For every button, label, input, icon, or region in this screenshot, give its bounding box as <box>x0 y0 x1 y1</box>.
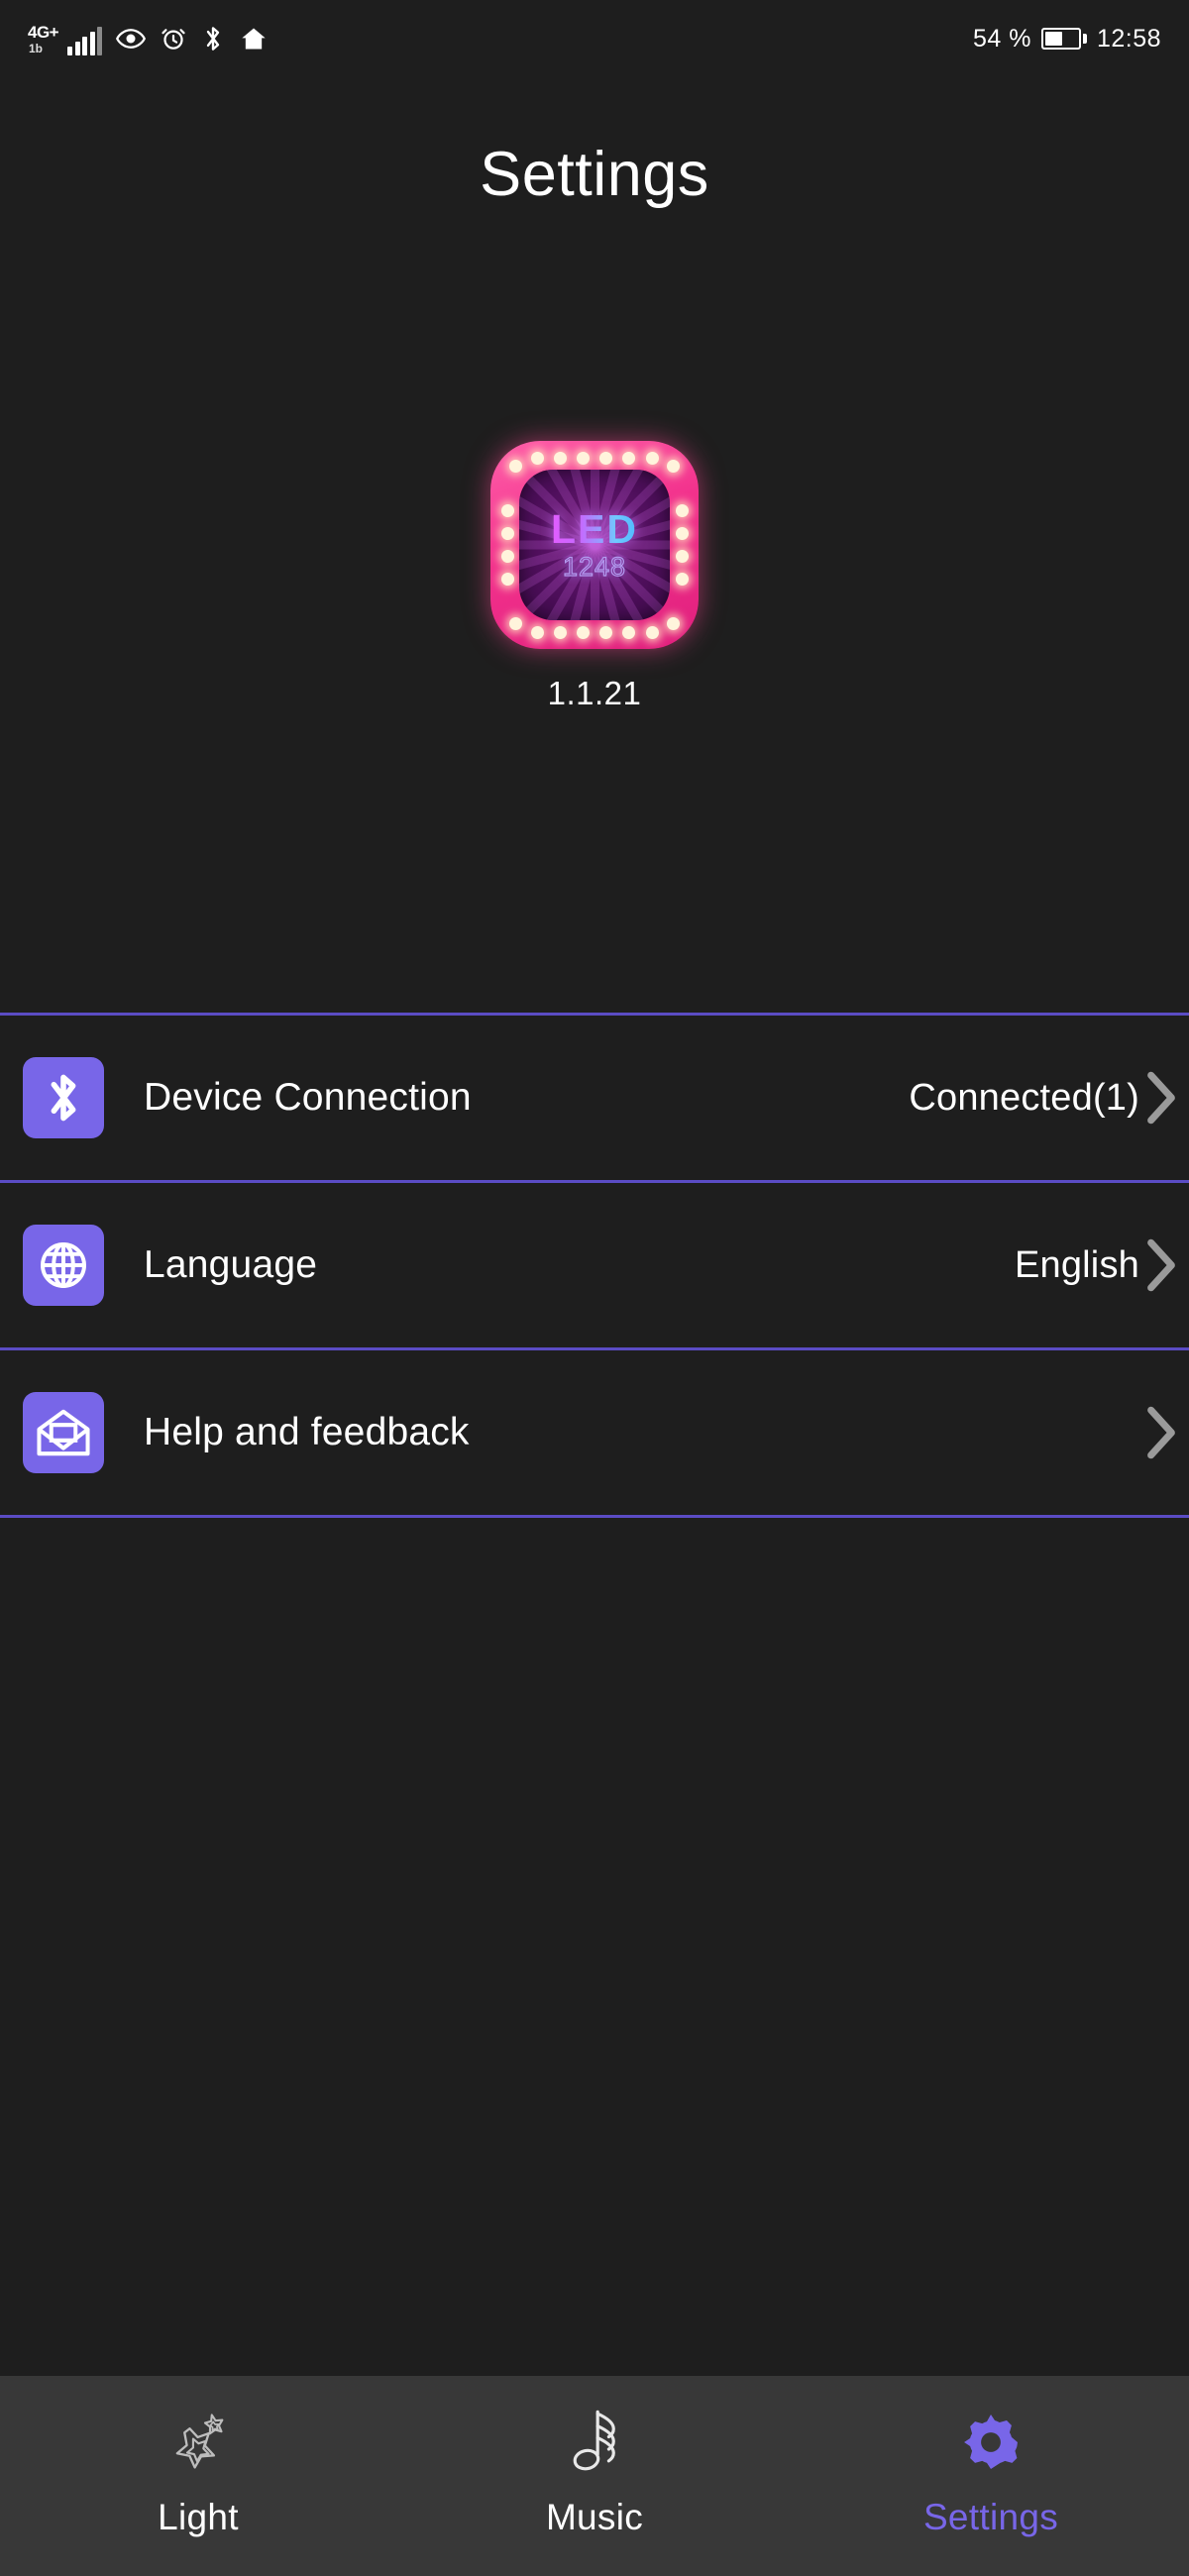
bottom-navigation-bar: Light Music Settings <box>0 2376 1189 2576</box>
network-type-label: 4G+ <box>28 23 59 42</box>
list-divider <box>0 1515 1189 1518</box>
music-note-icon <box>562 2404 627 2481</box>
app-version-label: 1.1.21 <box>547 675 642 711</box>
settings-row-language[interactable]: Language English <box>0 1183 1189 1347</box>
nav-tab-label: Settings <box>922 2497 1059 2537</box>
mail-envelope-icon <box>23 1392 104 1473</box>
battery-percent-label: 54 % <box>972 24 1031 53</box>
nav-tab-music[interactable]: Music <box>396 2376 793 2576</box>
settings-row-label: Device Connection <box>144 1076 472 1119</box>
star-sparkle-icon <box>162 2404 234 2481</box>
settings-row-device-connection[interactable]: Device Connection Connected(1) <box>0 1016 1189 1180</box>
nav-tab-light[interactable]: Light <box>0 2376 396 2576</box>
clock-label: 12:58 <box>1096 24 1161 53</box>
settings-list: Device Connection Connected(1) Language … <box>0 1013 1189 1518</box>
chevron-right-icon[interactable] <box>1139 1402 1183 1463</box>
settings-row-value: Connected(1) <box>909 1076 1139 1119</box>
bluetooth-icon <box>23 1057 104 1138</box>
gear-icon <box>958 2404 1024 2481</box>
app-screen: 4G+ 1b 54 % 12:58 Settings LED 1248 1.1.… <box>0 0 1189 2576</box>
home-icon <box>239 25 269 53</box>
status-bar-right: 54 % 12:58 <box>973 25 1161 54</box>
signal-bars-icon <box>67 27 102 55</box>
eye-icon <box>116 24 146 54</box>
network-indicator: 4G+ 1b <box>28 22 102 55</box>
app-icon-face: LED 1248 <box>519 470 670 620</box>
nav-tab-settings[interactable]: Settings <box>793 2376 1189 2576</box>
status-bar-left: 4G+ 1b <box>28 22 269 55</box>
settings-row-help-and-feedback[interactable]: Help and feedback <box>0 1350 1189 1515</box>
app-icon-led-text: LED <box>551 506 638 552</box>
settings-row-value: English <box>1014 1243 1139 1286</box>
app-identity-block: LED 1248 1.1.21 <box>0 441 1189 712</box>
settings-row-trailing: Connected(1) <box>909 1067 1189 1128</box>
page-title: Settings <box>480 140 709 209</box>
globe-icon <box>23 1225 104 1306</box>
chevron-right-icon[interactable] <box>1139 1234 1183 1296</box>
app-icon-number-text: 1248 <box>562 552 627 582</box>
settings-row-label: Help and feedback <box>144 1411 470 1453</box>
chevron-right-icon[interactable] <box>1139 1067 1183 1128</box>
nav-tab-label: Music <box>545 2497 644 2537</box>
nav-tab-label: Light <box>158 2497 239 2537</box>
battery-icon <box>1040 28 1087 50</box>
settings-row-label: Language <box>144 1243 318 1286</box>
network-sub-label: 1b <box>29 42 44 55</box>
status-bar: 4G+ 1b 54 % 12:58 <box>0 0 1189 77</box>
settings-row-trailing <box>1139 1402 1189 1463</box>
bluetooth-icon <box>201 24 225 54</box>
alarm-clock-icon <box>160 25 187 53</box>
app-icon: LED 1248 <box>490 441 699 649</box>
settings-row-trailing: English <box>1015 1234 1189 1296</box>
